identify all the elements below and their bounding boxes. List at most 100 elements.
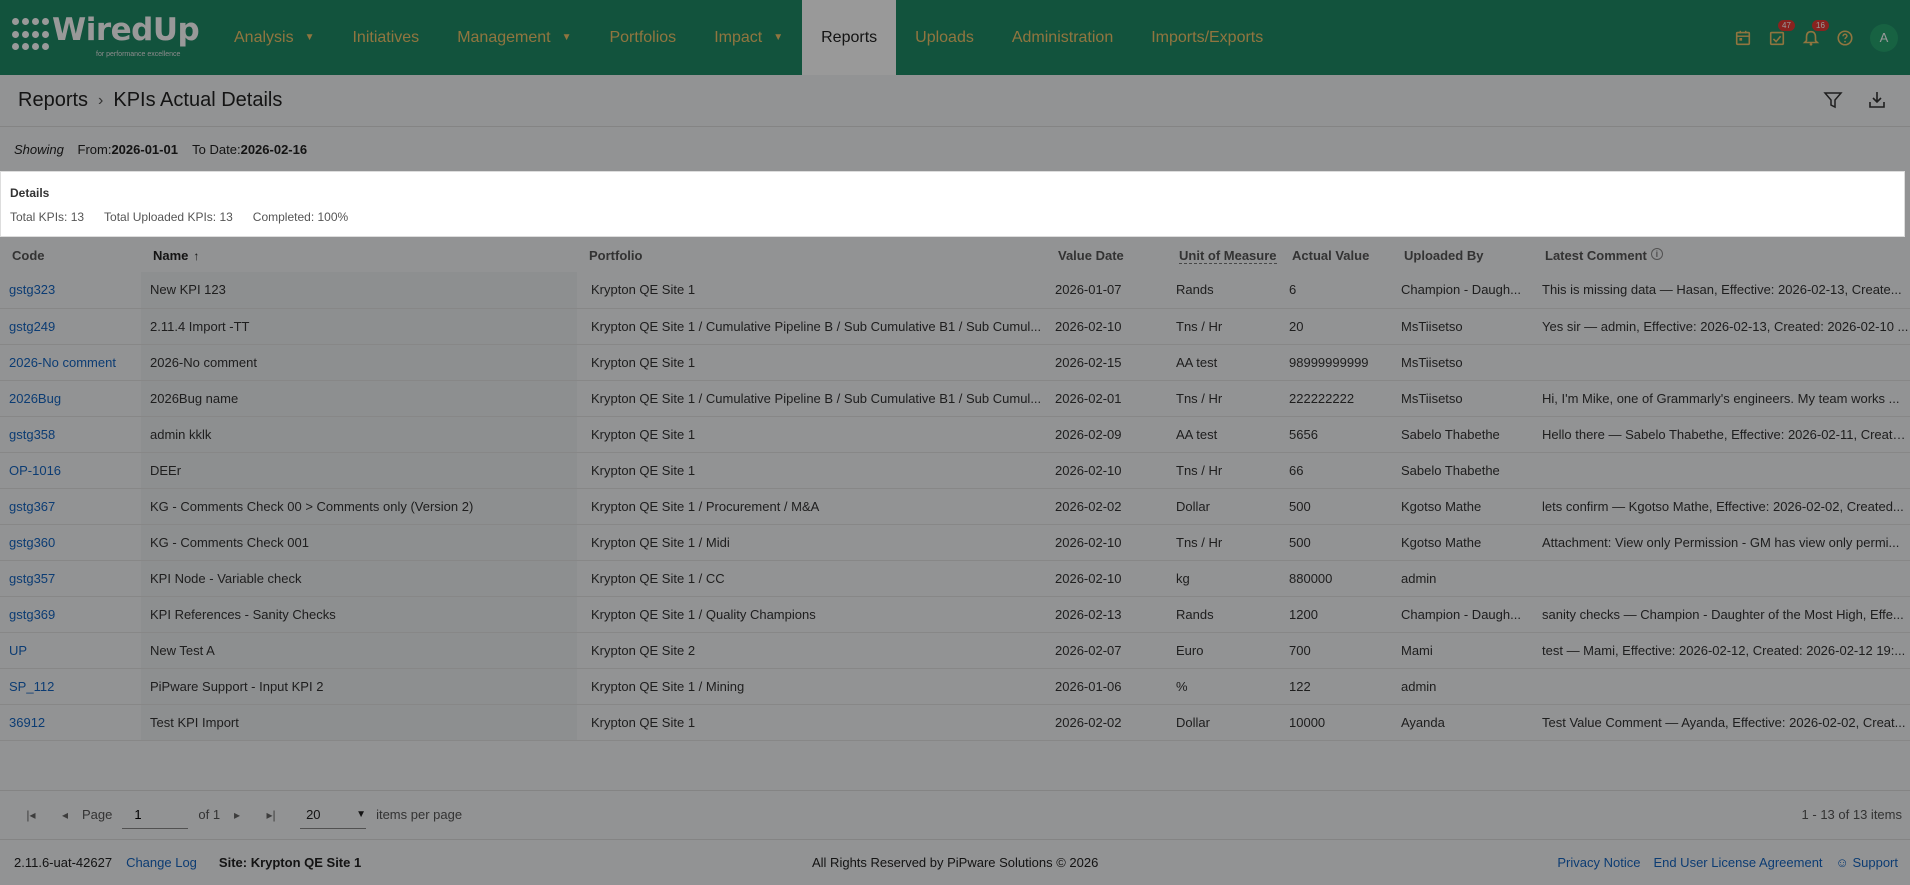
nav-item-imports-exports[interactable]: Imports/Exports bbox=[1132, 0, 1282, 75]
kpi-actual-value: 500 bbox=[1280, 524, 1392, 561]
kpi-code-link[interactable]: gstg357 bbox=[0, 560, 141, 597]
kpi-name: 2.11.4 Import -TT bbox=[141, 308, 577, 345]
kpi-uom: Dollar bbox=[1167, 488, 1280, 525]
kpi-uom: Tns / Hr bbox=[1167, 524, 1280, 561]
kpi-portfolio: Krypton QE Site 1 bbox=[577, 416, 1046, 453]
table-row[interactable]: gstg357 KPI Node - Variable check Krypton … bbox=[0, 560, 1910, 597]
table-row[interactable]: OP-1016 DEEr Krypton QE Site 1 2026-02-10 Tn… bbox=[0, 452, 1910, 489]
table-row[interactable]: gstg360 KG - Comments Check 001 Krypton QE… bbox=[0, 524, 1910, 561]
nav-item-analysis[interactable]: Analysis ▼ bbox=[215, 0, 333, 75]
kpi-value-date: 2026-01-07 bbox=[1046, 272, 1167, 309]
kpi-code-link[interactable]: gstg249 bbox=[0, 308, 141, 345]
breadcrumb-root[interactable]: Reports bbox=[18, 89, 88, 112]
kpi-code-link[interactable]: 2026-No comment bbox=[0, 344, 141, 381]
page-size-select[interactable]: 20 ▼ bbox=[300, 801, 367, 829]
nav-item-impact[interactable]: Impact ▼ bbox=[695, 0, 802, 75]
kpi-name: New Test A bbox=[141, 632, 577, 669]
tasks-icon[interactable]: 47 bbox=[1760, 19, 1795, 55]
col-header-name[interactable]: Name ↑ bbox=[141, 239, 577, 272]
kpi-actual-value: 1200 bbox=[1280, 596, 1392, 633]
kpi-code-link[interactable]: UP bbox=[0, 632, 141, 669]
page-header: Reports › KPIs Actual Details bbox=[0, 75, 1910, 127]
change-log-link[interactable]: Change Log bbox=[126, 855, 197, 870]
bell-icon[interactable]: 16 bbox=[1794, 19, 1829, 55]
sort-ascending-icon: ↑ bbox=[193, 249, 200, 263]
kpi-actual-value: 20 bbox=[1280, 308, 1392, 345]
kpi-name: KG - Comments Check 001 bbox=[141, 524, 577, 561]
pagination-range: 1 - 13 of 13 items bbox=[1801, 807, 1902, 822]
page-number-input[interactable] bbox=[122, 800, 189, 829]
table-row[interactable]: SP_112 PiPware Support - Input KPI 2 Krypt… bbox=[0, 668, 1910, 705]
kpi-actual-value: 880000 bbox=[1280, 560, 1392, 597]
kpi-code-link[interactable]: gstg323 bbox=[0, 272, 141, 309]
col-header-value-date[interactable]: Value Date bbox=[1046, 239, 1167, 272]
kpi-name: KG - Comments Check 00 > Comments only (… bbox=[141, 488, 577, 525]
tasks-badge: 47 bbox=[1778, 19, 1795, 31]
col-header-uploaded-by[interactable]: Uploaded By bbox=[1392, 239, 1533, 272]
kpi-portfolio: Krypton QE Site 1 / Procurement / M&A bbox=[577, 488, 1046, 525]
kpi-code-link[interactable]: gstg360 bbox=[0, 524, 141, 561]
first-page-icon[interactable]: |◂ bbox=[14, 808, 48, 822]
col-header-portfolio[interactable]: Portfolio bbox=[577, 239, 1046, 272]
col-header-uom[interactable]: Unit of Measure bbox=[1167, 239, 1280, 272]
support-link[interactable]: ☺ Support bbox=[1836, 855, 1898, 870]
table-row[interactable]: gstg249 2.11.4 Import -TT Krypton QE Site … bbox=[0, 308, 1910, 345]
table-row[interactable]: 2026-No comment 2026-No comment Krypton QE… bbox=[0, 344, 1910, 381]
col-header-code[interactable]: Code bbox=[0, 239, 141, 272]
kpi-portfolio: Krypton QE Site 1 bbox=[577, 704, 1046, 741]
kpi-value-date: 2026-02-10 bbox=[1046, 524, 1167, 561]
nav-item-reports[interactable]: Reports bbox=[802, 0, 897, 75]
help-icon[interactable] bbox=[1828, 21, 1862, 55]
kpi-code-link[interactable]: gstg369 bbox=[0, 596, 141, 633]
kpi-uploaded-by: MsTiisetso bbox=[1392, 344, 1533, 381]
kpi-portfolio: Krypton QE Site 1 / Quality Champions bbox=[577, 596, 1046, 633]
table-row[interactable]: 2026Bug 2026Bug name Krypton QE Site 1 / C… bbox=[0, 380, 1910, 417]
table-row[interactable]: UP New Test A Krypton QE Site 2 2026-02-07 E… bbox=[0, 632, 1910, 669]
kpi-name: PiPware Support - Input KPI 2 bbox=[141, 668, 577, 705]
copyright-text: All Rights Reserved by PiPware Solutions… bbox=[812, 855, 1099, 870]
app-logo[interactable]: WiredUp for performance excellence bbox=[0, 0, 215, 75]
main-menu: Analysis ▼ Initiatives Management ▼ Portfolio… bbox=[215, 0, 1282, 75]
kpi-code-link[interactable]: SP_112 bbox=[0, 668, 141, 705]
kpi-code-link[interactable]: 36912 bbox=[0, 704, 141, 741]
col-header-actual[interactable]: Actual Value bbox=[1280, 239, 1392, 272]
info-icon[interactable]: i bbox=[1650, 248, 1663, 260]
nav-item-management[interactable]: Management ▼ bbox=[438, 0, 590, 75]
nav-item-label: Impact bbox=[714, 28, 763, 46]
nav-item-portfolios[interactable]: Portfolios bbox=[590, 0, 695, 75]
nav-item-label: Analysis bbox=[234, 28, 294, 46]
kpi-code-link[interactable]: gstg358 bbox=[0, 416, 141, 453]
logo-tagline: for performance excellence bbox=[96, 51, 181, 58]
kpi-name: 2026-No comment bbox=[141, 344, 577, 381]
nav-item-uploads[interactable]: Uploads bbox=[896, 0, 993, 75]
privacy-notice-link[interactable]: Privacy Notice bbox=[1557, 855, 1640, 870]
kpi-uom: Dollar bbox=[1167, 704, 1280, 741]
eula-link[interactable]: End User License Agreement bbox=[1653, 855, 1822, 870]
nav-item-administration[interactable]: Administration bbox=[993, 0, 1132, 75]
table-row[interactable]: gstg358 admin kklk Krypton QE Site 1 2026-0… bbox=[0, 416, 1910, 453]
kpi-value-date: 2026-02-13 bbox=[1046, 596, 1167, 633]
col-header-latest-comment[interactable]: Latest Comment i bbox=[1533, 239, 1910, 272]
user-avatar[interactable]: A bbox=[1870, 23, 1898, 52]
next-page-icon[interactable]: ▸ bbox=[220, 808, 254, 822]
download-icon[interactable] bbox=[1864, 87, 1890, 113]
kpi-value-date: 2026-01-06 bbox=[1046, 668, 1167, 705]
nav-item-initiatives[interactable]: Initiatives bbox=[333, 0, 438, 75]
kpi-code-link[interactable]: gstg367 bbox=[0, 488, 141, 525]
from-date: 2026-01-01 bbox=[111, 142, 178, 157]
kpi-portfolio: Krypton QE Site 2 bbox=[577, 632, 1046, 669]
table-row[interactable]: gstg323 New KPI 123 Krypton QE Site 1 2026-… bbox=[0, 272, 1910, 309]
last-page-icon[interactable]: ▸| bbox=[254, 808, 288, 822]
table-row[interactable]: gstg367 KG - Comments Check 00 > Comments… bbox=[0, 488, 1910, 525]
filter-icon[interactable] bbox=[1820, 87, 1846, 113]
items-per-page-label: items per page bbox=[376, 807, 463, 822]
kpi-latest-comment bbox=[1533, 344, 1910, 381]
calendar-icon[interactable] bbox=[1726, 21, 1760, 55]
total-uploaded-kpis: Total Uploaded KPIs: 13 bbox=[104, 210, 233, 224]
table-row[interactable]: 36912 Test KPI Import Krypton QE Site 1 202… bbox=[0, 704, 1910, 741]
kpi-code-link[interactable]: OP-1016 bbox=[0, 452, 141, 489]
kpi-code-link[interactable]: 2026Bug bbox=[0, 380, 141, 417]
previous-page-icon[interactable]: ◂ bbox=[48, 808, 82, 822]
table-row[interactable]: gstg369 KPI References - Sanity Checks Kry… bbox=[0, 596, 1910, 633]
page-count: of 1 bbox=[198, 807, 221, 822]
